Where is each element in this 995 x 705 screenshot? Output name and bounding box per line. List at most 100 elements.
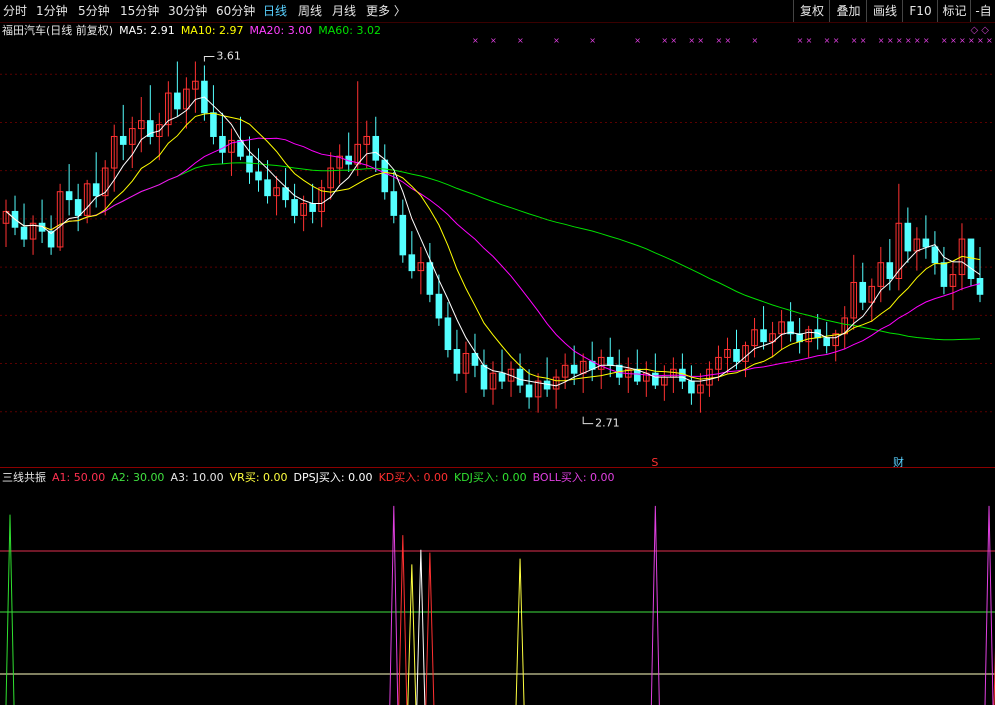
period-tab-0[interactable]: 分时	[3, 3, 27, 19]
vr-label: VR买: 0.00	[229, 471, 288, 484]
candle-body	[74, 199, 82, 216]
signal-cross-mark: ×	[914, 36, 921, 45]
period-tab-1[interactable]: 1分钟	[36, 3, 68, 19]
signal-spike	[407, 564, 417, 705]
candle-body	[480, 364, 488, 390]
candle-body	[940, 262, 948, 287]
signal-cross-mark: ×	[986, 36, 993, 45]
candle-body	[823, 337, 830, 347]
period-tab-8[interactable]: 月线	[332, 3, 356, 19]
candle-body	[174, 92, 181, 110]
candle-body	[453, 349, 461, 374]
candle-body	[372, 135, 380, 161]
high-price-marker: 3.61	[203, 50, 241, 63]
signal-cross-mark: ×	[860, 36, 867, 45]
marker-leader	[582, 416, 594, 425]
signal-cross-mark: ×	[851, 36, 858, 45]
signal-spike	[515, 558, 525, 705]
s-marker: S	[651, 456, 658, 467]
candle-body	[570, 364, 578, 374]
signal-spike	[398, 535, 408, 705]
candle-body	[65, 191, 73, 201]
signal-cross-mark: ×	[824, 36, 831, 45]
candle-body	[246, 155, 253, 173]
indicator-legend: 三线共振 A1: 50.00 A2: 30.00 A3: 10.00 VR买: 0.00…	[2, 470, 621, 485]
boll-label: BOLL买入: 0.00	[532, 471, 615, 484]
candle-body	[264, 179, 271, 197]
candle-body	[210, 112, 217, 137]
ma5-line	[5, 96, 981, 387]
candle-body	[498, 372, 506, 382]
signal-cross-mark: ×	[472, 36, 479, 45]
signal-cross-mark: ×	[490, 36, 497, 45]
candle-body	[255, 171, 262, 181]
toolbar-button-0[interactable]: 复权	[793, 0, 830, 22]
toolbar-button-1[interactable]: 叠加	[829, 0, 867, 22]
candle-body	[408, 254, 416, 272]
signal-spike	[650, 505, 660, 705]
candle-body	[309, 203, 316, 212]
signal-cross-mark: ×	[715, 36, 722, 45]
candle-body	[20, 226, 28, 240]
candle-body	[922, 238, 930, 248]
kd-label: KD买入: 0.00	[378, 471, 448, 484]
period-tab-9[interactable]: 更多 〉	[366, 3, 406, 19]
a2-label: A2: 30.00	[111, 471, 165, 484]
signal-cross-mark: ×	[634, 36, 641, 45]
signal-cross-mark: ×	[752, 36, 759, 45]
toolbar-button-5[interactable]: -自	[970, 0, 995, 22]
period-tab-2[interactable]: 5分钟	[78, 3, 110, 19]
signal-spike	[984, 505, 994, 705]
signal-cross-mark: ×	[977, 36, 984, 45]
signal-cross-mark: ×	[941, 36, 948, 45]
period-tab-5[interactable]: 60分钟	[216, 3, 255, 19]
candle-body	[733, 349, 740, 362]
candlestick-chart[interactable]: 3.612.71××××××××××××××××××××××××××××××××…	[0, 22, 995, 467]
signal-cross-mark: ×	[517, 36, 524, 45]
toolbar-button-2[interactable]: 画线	[866, 0, 903, 22]
candle-body	[291, 199, 298, 216]
signal-cross-mark: ×	[833, 36, 840, 45]
signal-spike	[5, 514, 15, 705]
indicator-chart[interactable]	[0, 485, 995, 705]
marker-label: 3.61	[216, 50, 241, 63]
candle-body	[652, 372, 659, 386]
cai-marker: 财	[893, 455, 904, 467]
period-tab-4[interactable]: 30分钟	[168, 3, 207, 19]
signal-cross-mark: ×	[589, 36, 596, 45]
candle-body	[904, 222, 912, 252]
signal-cross-mark: ×	[670, 36, 677, 45]
signal-spike	[425, 552, 435, 705]
candle-body	[976, 278, 984, 295]
toolbar-button-4[interactable]: 标记	[937, 0, 971, 22]
signal-cross-mark: ×	[923, 36, 930, 45]
candle-body	[390, 191, 398, 216]
candle-body	[119, 135, 127, 145]
period-tab-6[interactable]: 日线	[263, 3, 287, 19]
candle-body	[886, 262, 894, 280]
toolbar-button-3[interactable]: F10	[902, 0, 938, 22]
signal-cross-mark: ×	[968, 36, 975, 45]
signal-cross-mark: ×	[896, 36, 903, 45]
pane-divider[interactable]	[0, 467, 995, 468]
indicator-title: 三线共振	[2, 471, 46, 484]
period-tab-7[interactable]: 周线	[298, 3, 322, 19]
signal-cross-mark: ×	[797, 36, 804, 45]
dpsj-label: DPSJ买入: 0.00	[293, 471, 373, 484]
signal-cross-mark: ×	[887, 36, 894, 45]
candle-body	[435, 293, 443, 319]
candle-body	[516, 368, 524, 386]
ma20-line	[5, 137, 981, 377]
signal-cross-mark: ×	[806, 36, 813, 45]
signal-cross-mark: ×	[959, 36, 966, 45]
period-tab-3[interactable]: 15分钟	[120, 3, 159, 19]
marker-leader	[203, 56, 215, 62]
ma10-line	[5, 112, 981, 382]
candle-body	[760, 329, 767, 343]
signal-cross-mark: ×	[878, 36, 885, 45]
signal-spike	[389, 505, 399, 705]
a3-label: A3: 10.00	[170, 471, 224, 484]
signal-cross-mark: ×	[697, 36, 704, 45]
candle-body	[931, 246, 939, 264]
signal-cross-mark: ×	[553, 36, 560, 45]
